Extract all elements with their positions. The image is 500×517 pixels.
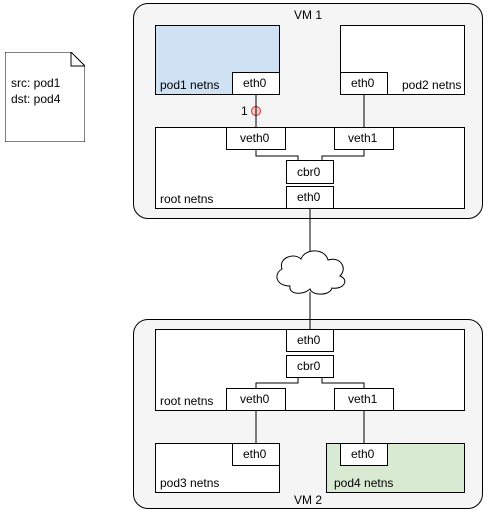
diagram-canvas: src: pod1 dst: pod4 VM 1 root netns pod1… — [0, 0, 500, 517]
connectors — [0, 0, 500, 517]
